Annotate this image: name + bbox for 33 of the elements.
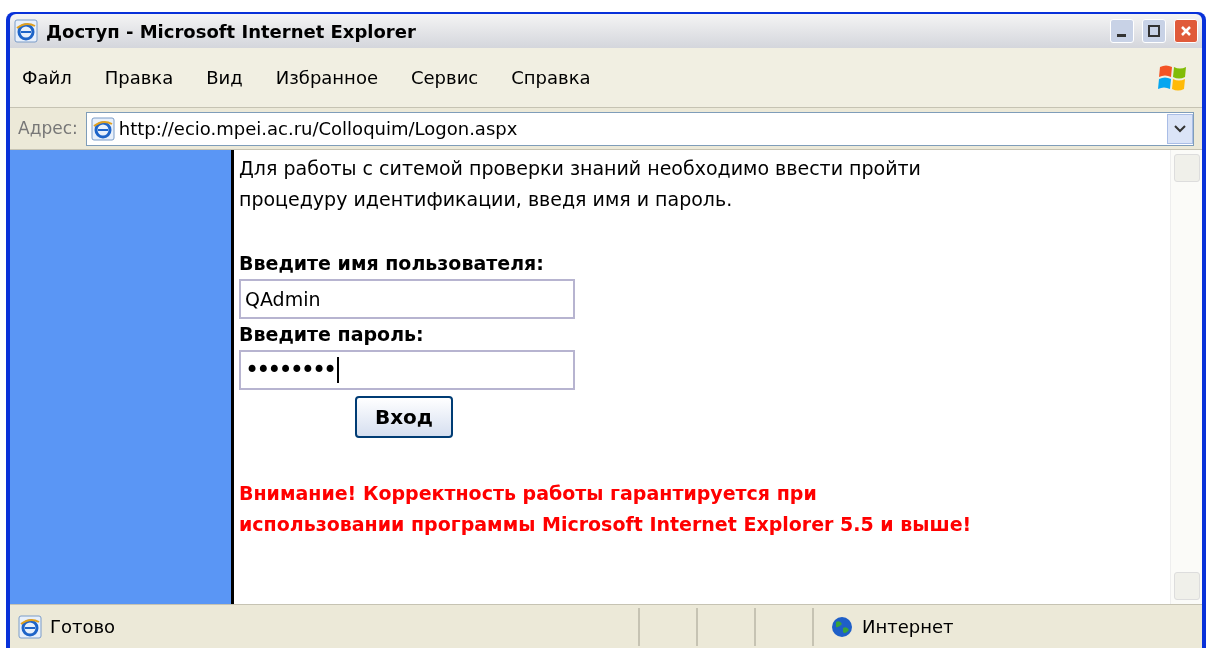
text-cursor bbox=[337, 357, 340, 383]
menu-item[interactable]: Вид bbox=[206, 64, 243, 91]
maximize-button[interactable] bbox=[1142, 19, 1166, 43]
browser-icon bbox=[14, 19, 38, 43]
status-text: Готово bbox=[50, 615, 117, 639]
username-field[interactable]: QAdmin bbox=[239, 279, 575, 319]
chevron-down-icon bbox=[1174, 124, 1186, 133]
login-button[interactable]: Вход bbox=[355, 396, 453, 438]
close-button[interactable] bbox=[1174, 19, 1198, 43]
globe-icon bbox=[830, 614, 854, 639]
window-title: Доступ - Microsoft Internet Explorer bbox=[46, 19, 417, 44]
zone-text: Интернет bbox=[862, 615, 954, 639]
menu-item[interactable]: Правка bbox=[104, 64, 174, 91]
page-icon bbox=[18, 614, 42, 639]
password-label: Введите пароль: bbox=[239, 322, 425, 347]
page-icon bbox=[90, 116, 115, 141]
menu-item[interactable]: Справка bbox=[511, 64, 591, 91]
minimize-button[interactable] bbox=[1110, 19, 1134, 43]
address-label: Адрес: bbox=[18, 116, 78, 140]
menu-item[interactable]: Файл bbox=[22, 64, 72, 91]
maximize-icon bbox=[1147, 24, 1161, 38]
warning-text: использовании программы Microsoft Internet Explorer 5.5 и выше! bbox=[239, 512, 973, 537]
intro-text: процедуру идентификации, введя имя и пароль. bbox=[239, 187, 734, 212]
username-label: Введите имя пользователя: bbox=[239, 251, 545, 276]
password-field[interactable]: •••••••• bbox=[239, 350, 575, 390]
dropdown-button[interactable] bbox=[1167, 113, 1193, 144]
menu-item[interactable]: Избранное bbox=[275, 64, 378, 91]
intro-text: Для работы с ситемой проверки знаний необходимо ввести пройти bbox=[239, 156, 922, 181]
menu-item[interactable]: Сервис bbox=[410, 64, 479, 91]
warning-text: Внимание! Корректность работы гарантируется при bbox=[239, 481, 818, 506]
address-field[interactable]: http://ecio.mpei.ac.ru/Colloquim/Logon.aspx bbox=[85, 111, 1194, 146]
minimize-icon bbox=[1115, 33, 1129, 37]
close-icon bbox=[1179, 24, 1193, 38]
